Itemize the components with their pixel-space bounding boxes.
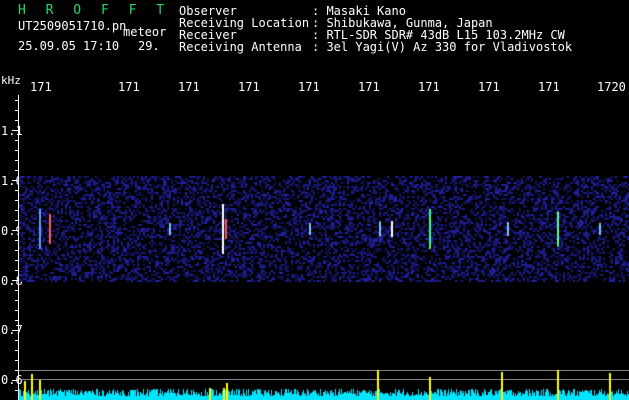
y-tick xyxy=(15,160,18,161)
y-tick xyxy=(15,360,18,361)
y-tick xyxy=(15,310,18,311)
y-tick xyxy=(15,270,18,271)
y-tick xyxy=(15,240,18,241)
amplitude-plot xyxy=(19,366,629,400)
y-tick xyxy=(15,260,18,261)
y-tick xyxy=(15,170,18,171)
spectrogram-plot xyxy=(19,176,629,282)
x-tick-label: 171 xyxy=(178,80,200,94)
antenna-value: : 3el Yagi(V) Az 330 for Vladivostok xyxy=(312,40,573,54)
y-tick xyxy=(15,200,18,201)
y-tick xyxy=(15,320,18,321)
x-tick-label: 171 xyxy=(118,80,140,94)
y-tick xyxy=(12,380,18,381)
y-tick xyxy=(12,180,18,181)
y-tick xyxy=(15,290,18,291)
y-tick xyxy=(15,140,18,141)
x-tick-label: 171 xyxy=(418,80,440,94)
y-tick xyxy=(15,250,18,251)
y-tick xyxy=(15,300,18,301)
count-label: 29. xyxy=(138,39,160,53)
x-tick-label: 171 xyxy=(478,80,500,94)
y-tick xyxy=(15,370,18,371)
y-tick xyxy=(15,210,18,211)
meteor-label: meteor xyxy=(123,25,167,39)
x-tick-label: 1720 xyxy=(597,80,626,94)
app-title: H R O F F T xyxy=(18,3,171,18)
y-tick xyxy=(15,150,18,151)
y-tick xyxy=(15,350,18,351)
y-tick xyxy=(12,330,18,331)
y-axis-unit: kHz xyxy=(1,74,21,87)
y-tick xyxy=(15,100,18,101)
x-tick-label: 171 xyxy=(238,80,260,94)
y-tick xyxy=(15,390,18,391)
x-tick-label: 171 xyxy=(358,80,380,94)
y-tick xyxy=(15,190,18,191)
y-tick xyxy=(15,120,18,121)
y-tick xyxy=(12,230,18,231)
y-tick xyxy=(12,280,18,281)
x-tick-label: 171 xyxy=(30,80,52,94)
datetime-label: 25.09.05 17:10 xyxy=(18,39,120,53)
y-tick xyxy=(15,220,18,221)
x-tick-label: 171 xyxy=(538,80,560,94)
filename-label: UT2509051710.pn xyxy=(18,19,127,33)
x-tick-label: 171 xyxy=(298,80,320,94)
y-tick xyxy=(15,110,18,111)
antenna-label: Receiving Antenna xyxy=(179,40,302,54)
y-tick xyxy=(15,340,18,341)
hrofft-window: H R O F F T UT2509051710.pn meteor 25.09… xyxy=(0,0,629,400)
y-tick-label: 1.1 xyxy=(1,124,23,138)
y-tick xyxy=(12,130,18,131)
